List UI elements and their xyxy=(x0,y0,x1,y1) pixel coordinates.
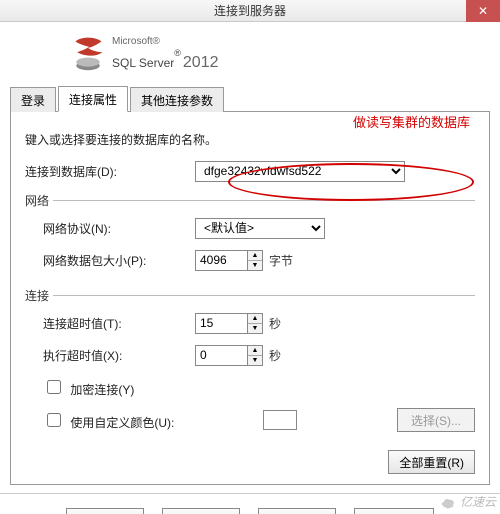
database-combo[interactable]: dfge32432vfdwfsd522 xyxy=(195,161,405,182)
encrypt-checkbox[interactable] xyxy=(47,380,61,394)
close-icon: ✕ xyxy=(478,4,488,18)
annotation-text: 做读写集群的数据库 xyxy=(353,112,470,131)
network-legend: 网络 xyxy=(25,192,53,209)
spin-down-icon[interactable]: ▼ xyxy=(248,324,262,333)
instruction-text: 键入或选择要连接的数据库的名称。 xyxy=(25,131,217,148)
connection-group: 连接 连接超时值(T): ▲▼ 秒 执行超时值(X): xyxy=(25,287,475,442)
connection-legend: 连接 xyxy=(25,287,53,304)
unit-bytes: 字节 xyxy=(269,252,293,269)
options-button[interactable]: 选项(O) << xyxy=(354,508,435,514)
packet-size-input[interactable] xyxy=(195,250,247,271)
spin-up-icon[interactable]: ▲ xyxy=(248,346,262,356)
tab-login[interactable]: 登录 xyxy=(10,87,56,112)
reset-all-button[interactable]: 全部重置(R) xyxy=(388,450,475,474)
select-color-button: 选择(S)... xyxy=(397,408,475,432)
color-swatch xyxy=(263,410,297,430)
tab-connection-properties[interactable]: 连接属性 xyxy=(58,86,128,112)
tab-other-params[interactable]: 其他连接参数 xyxy=(130,87,224,112)
custom-color-row: 使用自定义颜色(U): xyxy=(25,410,195,431)
spin-up-icon[interactable]: ▲ xyxy=(248,251,262,261)
packet-size-spinner[interactable]: ▲▼ xyxy=(195,250,263,271)
label-connect-db: 连接到数据库(D): xyxy=(25,163,195,180)
exec-timeout-spinner[interactable]: ▲▼ xyxy=(195,345,263,366)
window-title: 连接到服务器 xyxy=(214,2,286,19)
spin-down-icon[interactable]: ▼ xyxy=(248,261,262,270)
cancel-button[interactable]: 取消 xyxy=(162,508,240,514)
conn-timeout-spinner[interactable]: ▲▼ xyxy=(195,313,263,334)
brand-microsoft: Microsoft® xyxy=(112,37,218,47)
label-encrypt: 加密连接(Y) xyxy=(70,383,134,397)
brand-product: SQL Server®2012 xyxy=(112,49,218,71)
label-packet-size: 网络数据包大小(P): xyxy=(25,252,195,269)
label-custom-color: 使用自定义颜色(U): xyxy=(70,416,174,430)
protocol-combo[interactable]: <默认值> xyxy=(195,218,325,239)
unit-seconds-2: 秒 xyxy=(269,347,281,364)
label-conn-timeout: 连接超时值(T): xyxy=(25,315,195,332)
spin-down-icon[interactable]: ▼ xyxy=(248,356,262,365)
custom-color-checkbox[interactable] xyxy=(47,413,61,427)
title-bar: 连接到服务器 ✕ xyxy=(0,0,500,22)
network-group: 网络 网络协议(N): <默认值> 网络数据包大小(P): ▲▼ xyxy=(25,192,475,281)
exec-timeout-input[interactable] xyxy=(195,345,247,366)
dialog-buttons: 连接(C) 取消 帮助 选项(O) << xyxy=(0,493,500,514)
label-exec-timeout: 执行超时值(X): xyxy=(25,347,195,364)
encrypt-row: 加密连接(Y) xyxy=(25,377,195,398)
unit-seconds-1: 秒 xyxy=(269,315,281,332)
connection-properties-panel: 键入或选择要连接的数据库的名称。 连接到数据库(D): dfge32432vfd… xyxy=(10,112,490,485)
label-net-protocol: 网络协议(N): xyxy=(25,220,195,237)
tab-strip: 登录 连接属性 其他连接参数 xyxy=(10,85,490,112)
help-button[interactable]: 帮助 xyxy=(258,508,336,514)
close-button[interactable]: ✕ xyxy=(466,0,500,22)
sql-server-icon xyxy=(70,36,106,72)
conn-timeout-input[interactable] xyxy=(195,313,247,334)
brand-area: Microsoft® SQL Server®2012 xyxy=(10,27,490,81)
connect-button[interactable]: 连接(C) xyxy=(66,508,144,514)
spin-up-icon[interactable]: ▲ xyxy=(248,314,262,324)
